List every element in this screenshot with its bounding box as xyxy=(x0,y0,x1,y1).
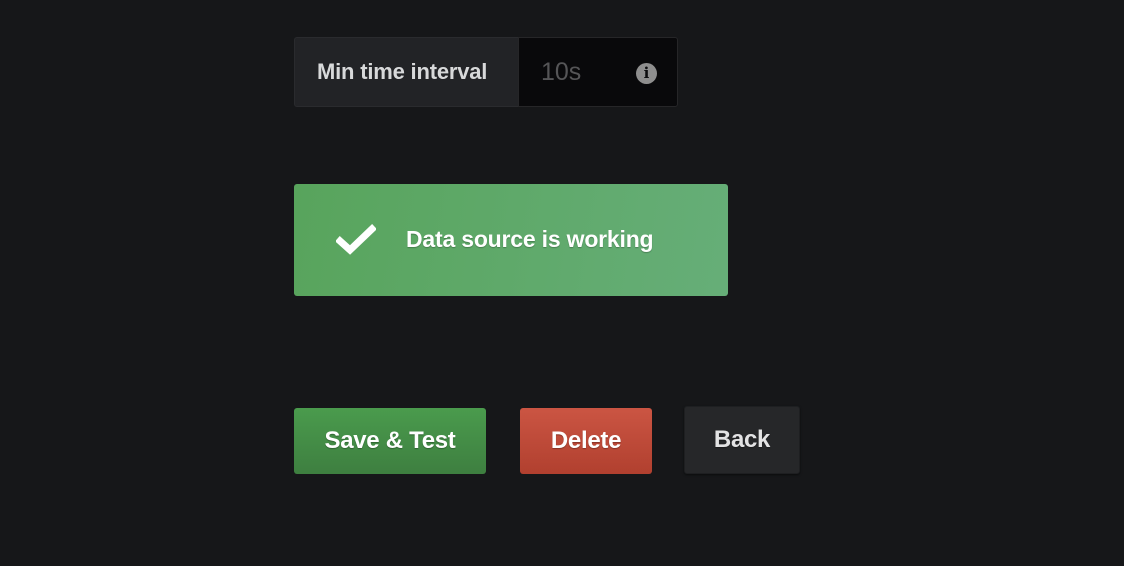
min-time-interval-field-wrapper: i xyxy=(518,37,678,107)
check-icon xyxy=(336,224,376,255)
min-time-interval-row: Min time interval i xyxy=(294,37,678,107)
delete-button[interactable]: Delete xyxy=(520,408,652,474)
save-test-button[interactable]: Save & Test xyxy=(294,408,486,474)
datasource-settings-page: Min time interval i Data source is worki… xyxy=(0,0,1124,566)
alert-message: Data source is working xyxy=(406,226,654,252)
min-time-interval-label: Min time interval xyxy=(294,37,518,107)
back-button[interactable]: Back xyxy=(684,406,800,474)
info-icon[interactable]: i xyxy=(636,63,657,84)
test-success-alert: Data source is working xyxy=(294,184,728,296)
min-time-interval-input[interactable] xyxy=(539,56,643,88)
